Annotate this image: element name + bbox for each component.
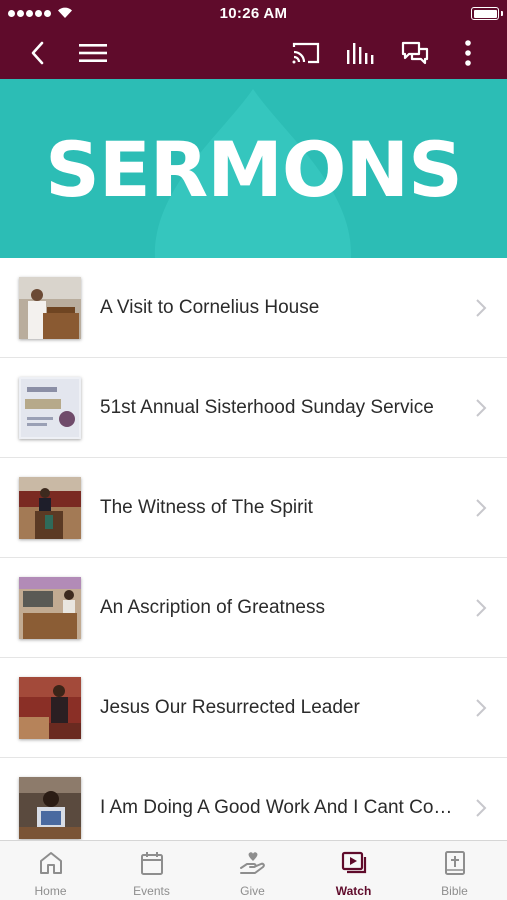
sermon-title: The Witness of The Spirit <box>100 497 313 518</box>
sermon-title: An Ascription of Greatness <box>100 597 325 618</box>
back-button[interactable] <box>15 26 59 79</box>
home-icon <box>39 852 62 874</box>
sermon-thumbnail <box>19 577 81 639</box>
menu-icon <box>79 43 107 62</box>
sermon-thumbnail <box>19 777 81 839</box>
banner-title: SERMONS <box>45 125 463 214</box>
tab-give[interactable]: Give <box>202 841 303 900</box>
tab-home[interactable]: Home <box>0 841 101 900</box>
tab-label: Events <box>133 884 170 898</box>
chevron-right-icon <box>476 599 487 617</box>
sermon-title: I Am Doing A Good Work And I Cant Come D… <box>100 797 465 818</box>
cast-icon <box>292 42 320 63</box>
sermon-title: A Visit to Cornelius House <box>100 297 320 318</box>
video-icon <box>341 851 366 874</box>
sermon-item[interactable]: An Ascription of Greatness <box>0 558 507 658</box>
cast-button[interactable] <box>284 26 328 79</box>
tab-events[interactable]: Events <box>101 841 202 900</box>
tab-watch[interactable]: Watch <box>303 841 404 900</box>
sermons-banner: SERMONS <box>0 79 507 258</box>
sermon-thumbnail <box>19 277 81 339</box>
chevron-right-icon <box>476 299 487 317</box>
status-bar: 10:26 AM <box>0 0 507 26</box>
navigation-bar <box>0 26 507 79</box>
chevron-right-icon <box>476 799 487 817</box>
more-button[interactable] <box>446 26 490 79</box>
audio-button[interactable] <box>338 26 382 79</box>
tab-bible[interactable]: Bible <box>404 841 505 900</box>
tab-label: Bible <box>441 884 468 898</box>
sermon-list: A Visit to Cornelius House 51st Annual S… <box>0 258 507 840</box>
sermon-item[interactable]: The Witness of The Spirit <box>0 458 507 558</box>
tab-label: Give <box>240 884 265 898</box>
more-icon <box>465 39 471 66</box>
sermon-title: Jesus Our Resurrected Leader <box>100 697 360 718</box>
tab-bar: Home Events Give Watch Bible <box>0 840 507 900</box>
tab-label: Home <box>34 884 67 898</box>
tab-label: Watch <box>335 884 372 898</box>
sermon-item[interactable]: Jesus Our Resurrected Leader <box>0 658 507 758</box>
audio-bars-icon <box>347 42 374 64</box>
chat-button[interactable] <box>393 26 437 79</box>
menu-button[interactable] <box>71 26 115 79</box>
sermon-thumbnail <box>19 677 81 739</box>
status-time: 10:26 AM <box>219 5 288 22</box>
sermon-title: 51st Annual Sisterhood Sunday Service <box>100 397 434 418</box>
calendar-icon <box>140 852 163 875</box>
chevron-right-icon <box>476 699 487 717</box>
chevron-right-icon <box>476 399 487 417</box>
battery-icon <box>471 7 503 20</box>
sermon-item[interactable]: A Visit to Cornelius House <box>0 258 507 358</box>
chat-icon <box>401 41 429 64</box>
bible-icon <box>444 851 465 875</box>
sermon-item[interactable]: I Am Doing A Good Work And I Cant Come D… <box>0 758 507 840</box>
back-icon <box>31 41 44 64</box>
sermon-item[interactable]: 51st Annual Sisterhood Sunday Service <box>0 358 507 458</box>
give-icon <box>239 852 265 874</box>
chevron-right-icon <box>476 499 487 517</box>
sermon-thumbnail <box>19 377 81 439</box>
sermon-thumbnail <box>19 477 81 539</box>
